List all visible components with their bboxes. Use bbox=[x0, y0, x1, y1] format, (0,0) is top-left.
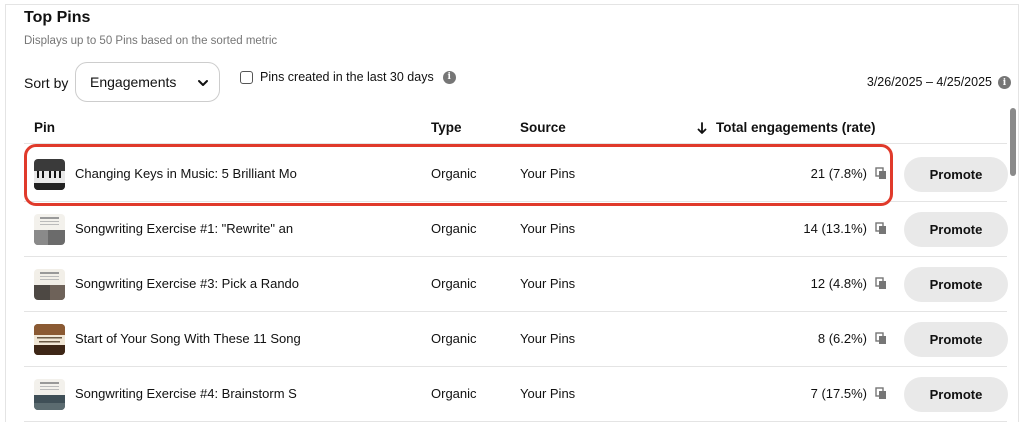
promote-button[interactable]: Promote bbox=[904, 377, 1008, 412]
pin-title[interactable]: Changing Keys in Music: 5 Brilliant Mo bbox=[75, 166, 307, 181]
chevron-down-icon bbox=[198, 80, 208, 86]
table-row[interactable]: Songwriting Exercise #3: Pick a Rando Or… bbox=[24, 257, 1008, 312]
pin-engagements: 14 (13.1%) bbox=[803, 221, 867, 236]
copy-icon bbox=[875, 332, 886, 344]
sheet-music-thumbnail-image bbox=[34, 214, 65, 245]
pin-thumbnail[interactable] bbox=[34, 324, 65, 355]
table-header: Pin Type Source Total engagements (rate) bbox=[24, 108, 1007, 144]
info-icon[interactable]: i bbox=[442, 70, 456, 84]
pin-title[interactable]: Start of Your Song With These 11 Song bbox=[75, 331, 307, 346]
copy-icon bbox=[875, 222, 886, 234]
piano-thumbnail-image bbox=[34, 159, 65, 190]
copy-icon bbox=[875, 277, 886, 289]
sort-dropdown[interactable]: Engagements bbox=[75, 62, 220, 102]
scrollbar-thumb[interactable] bbox=[1010, 108, 1016, 176]
pin-type: Organic bbox=[431, 221, 477, 236]
column-header-type: Type bbox=[431, 120, 462, 135]
pin-engagements: 21 (7.8%) bbox=[810, 166, 867, 181]
pin-source: Your Pins bbox=[520, 276, 576, 291]
guitar-thumbnail-image bbox=[34, 324, 65, 355]
page-title: Top Pins bbox=[24, 9, 91, 26]
recent-pins-checkbox[interactable] bbox=[240, 70, 253, 84]
sheet-music-thumbnail-image bbox=[34, 379, 65, 410]
promote-button[interactable]: Promote bbox=[904, 212, 1008, 247]
column-header-engagements-label: Total engagements (rate) bbox=[716, 120, 876, 135]
promote-button[interactable]: Promote bbox=[904, 157, 1008, 192]
date-info-icon[interactable]: i bbox=[998, 76, 1011, 89]
pin-thumbnail[interactable] bbox=[34, 159, 65, 190]
pin-type: Organic bbox=[431, 166, 477, 181]
pin-engagements: 8 (6.2%) bbox=[817, 331, 867, 346]
pin-type: Organic bbox=[431, 386, 477, 401]
pin-thumbnail[interactable] bbox=[34, 214, 65, 245]
table-row[interactable]: Songwriting Exercise #4: Brainstorm S Or… bbox=[24, 367, 1008, 422]
column-header-source: Source bbox=[520, 120, 566, 135]
pin-type: Organic bbox=[431, 331, 477, 346]
promote-button[interactable]: Promote bbox=[904, 267, 1008, 302]
sheet-music-thumbnail-image bbox=[34, 269, 65, 300]
table-row[interactable]: Start of Your Song With These 11 Song Or… bbox=[24, 312, 1008, 367]
recent-pins-filter: Pins created in the last 30 days i bbox=[240, 70, 456, 84]
copy-icon bbox=[875, 167, 886, 179]
sort-arrow-down-icon bbox=[697, 121, 707, 134]
pin-type: Organic bbox=[431, 276, 477, 291]
pin-thumbnail[interactable] bbox=[34, 269, 65, 300]
pin-title[interactable]: Songwriting Exercise #4: Brainstorm S bbox=[75, 386, 307, 401]
pin-title[interactable]: Songwriting Exercise #1: "Rewrite" an bbox=[75, 221, 307, 236]
pin-source: Your Pins bbox=[520, 221, 576, 236]
pin-source: Your Pins bbox=[520, 331, 576, 346]
page-subtitle: Displays up to 50 Pins based on the sort… bbox=[24, 35, 278, 47]
pin-source: Your Pins bbox=[520, 386, 576, 401]
pin-engagements: 7 (17.5%) bbox=[810, 386, 867, 401]
column-header-pin: Pin bbox=[34, 120, 56, 135]
sort-dropdown-value: Engagements bbox=[90, 74, 177, 90]
table-row[interactable]: Songwriting Exercise #1: "Rewrite" an Or… bbox=[24, 202, 1008, 257]
date-range: 3/26/2025 – 4/25/2025 bbox=[866, 75, 992, 89]
pin-title[interactable]: Songwriting Exercise #3: Pick a Rando bbox=[75, 276, 307, 291]
table-row[interactable]: Changing Keys in Music: 5 Brilliant Mo O… bbox=[24, 147, 1008, 202]
sort-label: Sort by bbox=[24, 75, 69, 91]
pin-thumbnail[interactable] bbox=[34, 379, 65, 410]
promote-button[interactable]: Promote bbox=[904, 322, 1008, 357]
pin-source: Your Pins bbox=[520, 166, 576, 181]
pin-engagements: 12 (4.8%) bbox=[810, 276, 867, 291]
recent-pins-checkbox-label[interactable]: Pins created in the last 30 days bbox=[260, 70, 434, 84]
column-header-engagements[interactable]: Total engagements (rate) bbox=[697, 120, 876, 135]
copy-icon bbox=[875, 387, 886, 399]
